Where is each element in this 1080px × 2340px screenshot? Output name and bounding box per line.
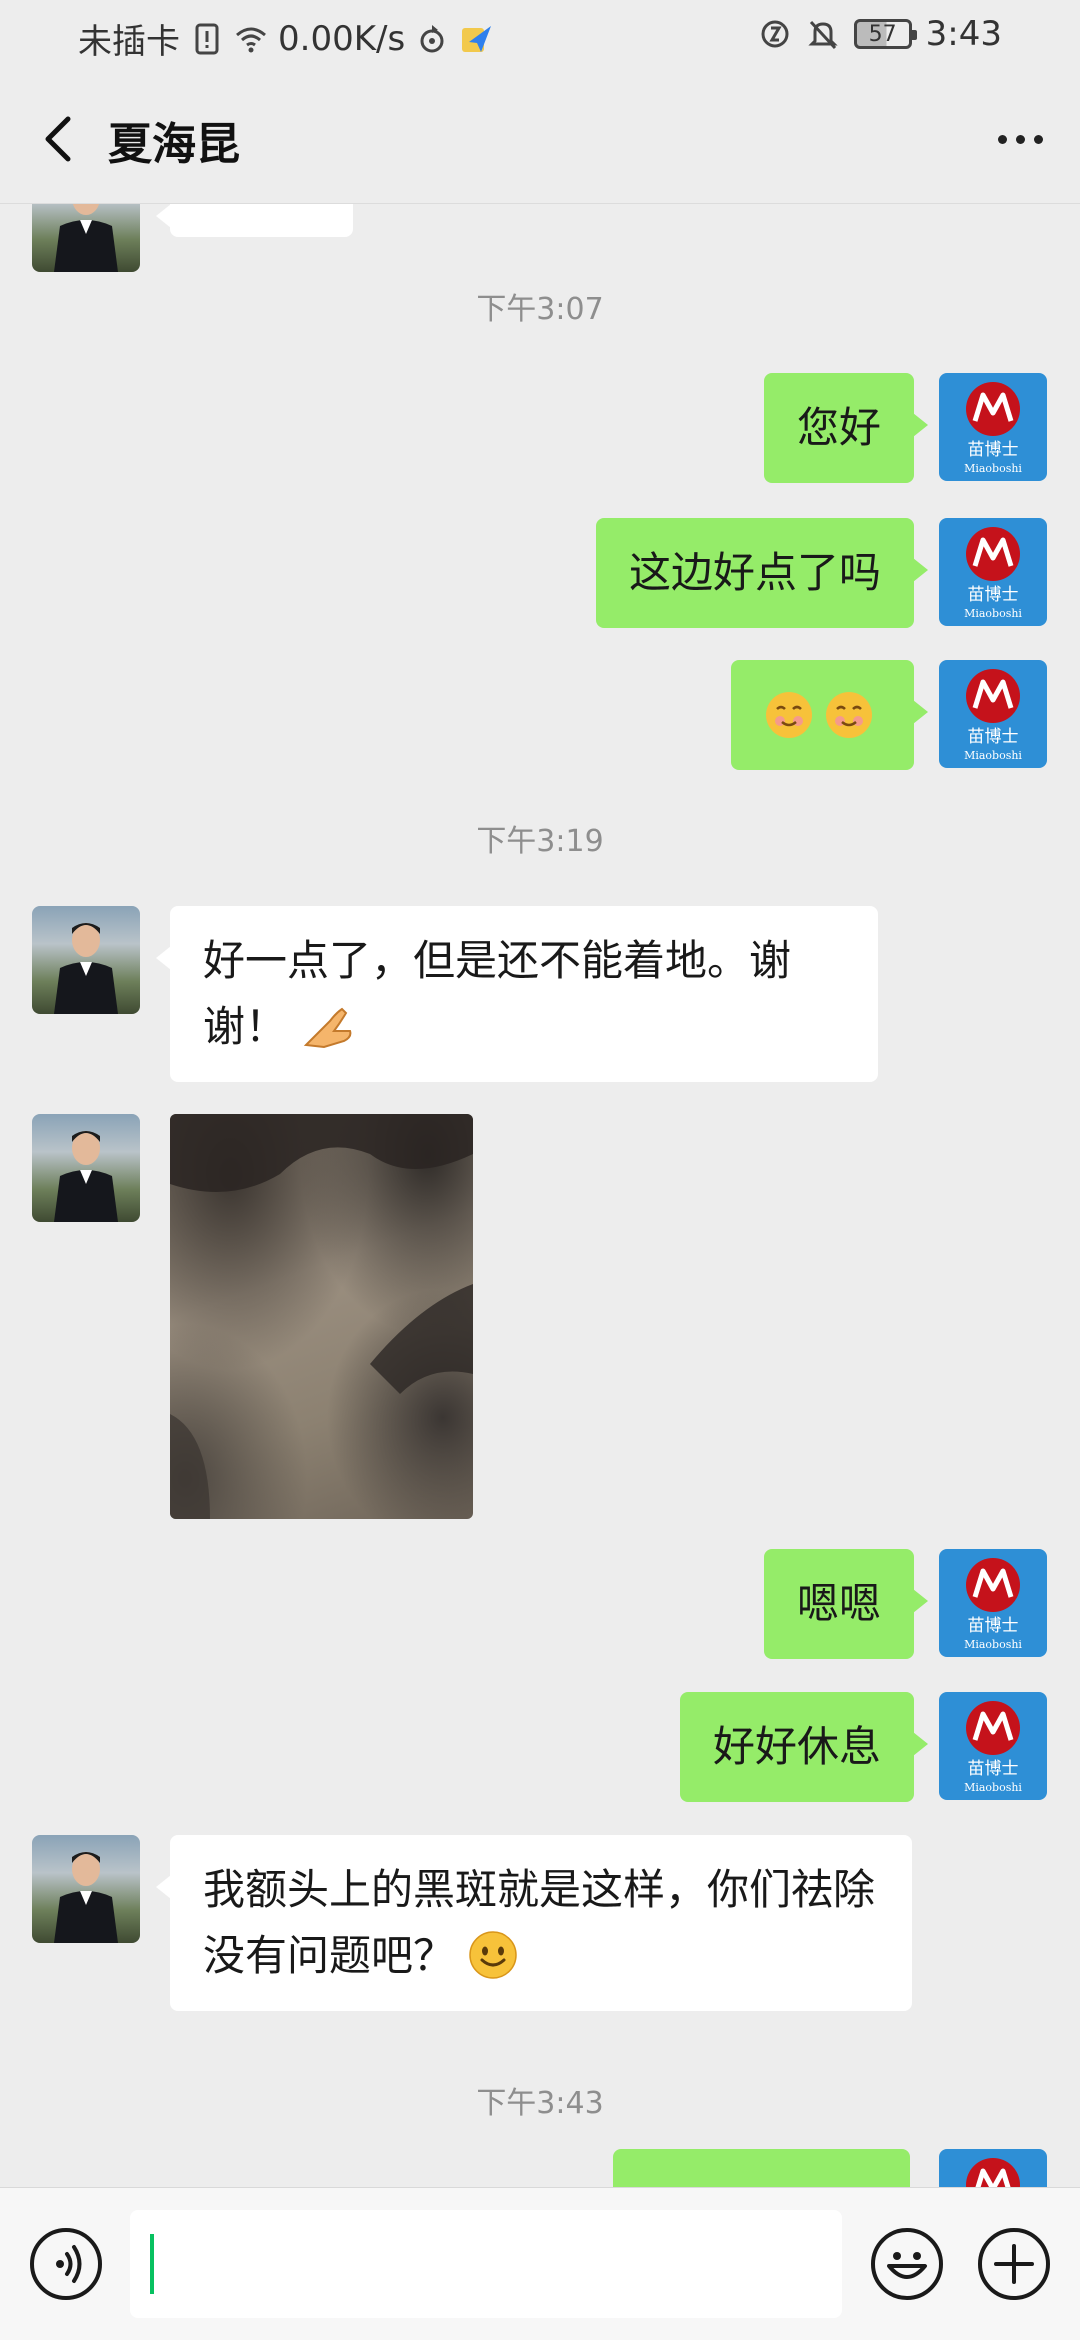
clasped-hands-emoji-icon bbox=[304, 1007, 352, 1048]
my-avatar[interactable]: 苗博士 Miaoboshi bbox=[939, 1692, 1047, 1800]
more-horizontal-icon bbox=[997, 134, 1007, 144]
message-sent[interactable]: 您好 bbox=[763, 373, 929, 483]
miaoboshi-logo: 苗博士 Miaoboshi bbox=[964, 669, 1022, 762]
contact-avatar[interactable] bbox=[32, 204, 140, 272]
chevron-left-icon[interactable] bbox=[26, 104, 96, 174]
message-sent-emoji[interactable] bbox=[731, 660, 928, 770]
message-list[interactable]: 下午3:07 您好 苗博士 Miaoboshi 这边好点了吗 苗博士 Miaobos… bbox=[0, 204, 1080, 2187]
battery-indicator: 57 bbox=[853, 19, 917, 49]
chat-input-bar bbox=[0, 2187, 1080, 2340]
message-received[interactable]: 好一点了，但是还不能着地。谢谢！ bbox=[156, 906, 878, 1082]
sync-icon bbox=[420, 24, 444, 52]
message-partial[interactable] bbox=[156, 204, 353, 237]
svg-text:苗博士: 苗博士 bbox=[968, 1759, 1019, 1779]
voice-input-button[interactable] bbox=[30, 2228, 102, 2300]
voice-icon bbox=[56, 2245, 82, 2283]
text-cursor bbox=[150, 2234, 154, 2294]
svg-text:Miaoboshi: Miaoboshi bbox=[964, 607, 1022, 620]
svg-text:苗博士: 苗博士 bbox=[968, 585, 1019, 605]
svg-text:苗博士: 苗博士 bbox=[968, 440, 1019, 460]
status-bar: 未插卡 0.00K/s 57 3:43 bbox=[0, 0, 1080, 74]
svg-text:苗博士: 苗博士 bbox=[968, 1616, 1019, 1636]
svg-text:Miaoboshi: Miaoboshi bbox=[964, 462, 1022, 475]
svg-text:Miaoboshi: Miaoboshi bbox=[964, 749, 1022, 762]
message-text-field[interactable] bbox=[130, 2210, 842, 2318]
person-photo bbox=[54, 923, 118, 1014]
emoji-button[interactable] bbox=[871, 2228, 943, 2300]
timestamp: 下午3:19 bbox=[476, 824, 604, 859]
my-avatar[interactable]: 苗博士 Miaoboshi bbox=[939, 660, 1047, 768]
carrier-text: 未插卡 bbox=[78, 22, 180, 62]
blush-emoji-icon bbox=[766, 692, 872, 738]
status-time: 3:43 bbox=[925, 14, 1002, 54]
more-options-button[interactable] bbox=[980, 104, 1060, 174]
message-sent[interactable]: 好好休息 bbox=[679, 1692, 929, 1802]
miaoboshi-logo: 苗博士 Miaoboshi bbox=[964, 382, 1022, 475]
chat-title: 夏海昆 bbox=[108, 119, 240, 170]
network-speed: 0.00K/s bbox=[278, 18, 406, 59]
message-received[interactable]: 我额头上的黑斑就是这样，你们祛除没有问题吧？ bbox=[156, 1835, 912, 2011]
bell-off-icon bbox=[808, 20, 838, 50]
svg-text:苗博士: 苗博士 bbox=[968, 727, 1019, 747]
my-avatar[interactable] bbox=[939, 2149, 1047, 2187]
my-avatar[interactable]: 苗博士 Miaoboshi bbox=[939, 373, 1047, 481]
miaoboshi-logo: 苗博士 Miaoboshi bbox=[964, 527, 1022, 620]
person-photo bbox=[54, 204, 118, 272]
contact-avatar[interactable] bbox=[32, 1114, 140, 1222]
timestamp: 下午3:07 bbox=[476, 292, 604, 327]
person-photo bbox=[54, 1131, 118, 1222]
miaoboshi-logo: 苗博士 Miaoboshi bbox=[964, 1558, 1022, 1651]
svg-text:Miaoboshi: Miaoboshi bbox=[964, 1638, 1022, 1651]
more-functions-button[interactable] bbox=[978, 2228, 1050, 2300]
plus-circle-icon bbox=[994, 2244, 1034, 2284]
contact-avatar[interactable] bbox=[32, 906, 140, 1014]
image-message[interactable] bbox=[170, 1114, 473, 1519]
wifi-icon bbox=[236, 27, 266, 52]
smile-emoji-icon bbox=[469, 1930, 518, 1979]
miaoboshi-logo bbox=[966, 2158, 1020, 2187]
my-avatar[interactable]: 苗博士 Miaoboshi bbox=[939, 1549, 1047, 1657]
app-notification-icon bbox=[462, 25, 492, 52]
person-photo bbox=[54, 1852, 118, 1943]
message-sent[interactable]: 这边好点了吗 bbox=[595, 518, 929, 628]
message-text: 好一点了，但是还不能着地。谢谢！ bbox=[203, 936, 792, 1051]
more-dot bbox=[1033, 134, 1043, 144]
timestamp: 下午3:43 bbox=[476, 2086, 604, 2121]
emoji-face-icon bbox=[887, 2252, 927, 2279]
chat-header: 夏海昆 bbox=[0, 74, 1080, 204]
contact-avatar[interactable] bbox=[32, 1835, 140, 1943]
message-sent-partial[interactable] bbox=[613, 2149, 910, 2187]
more-dot bbox=[1015, 134, 1025, 144]
sim-alert-icon bbox=[195, 23, 219, 54]
forehead-photo bbox=[170, 1114, 473, 1519]
message-text: 我额头上的黑斑就是这样，你们祛除没有问题吧？ bbox=[203, 1865, 876, 1980]
data-saver-icon bbox=[761, 20, 789, 48]
svg-text:Miaoboshi: Miaoboshi bbox=[964, 1781, 1022, 1794]
miaoboshi-logo: 苗博士 Miaoboshi bbox=[964, 1701, 1022, 1794]
my-avatar[interactable]: 苗博士 Miaoboshi bbox=[939, 518, 1047, 626]
message-sent[interactable]: 嗯嗯 bbox=[763, 1549, 929, 1659]
